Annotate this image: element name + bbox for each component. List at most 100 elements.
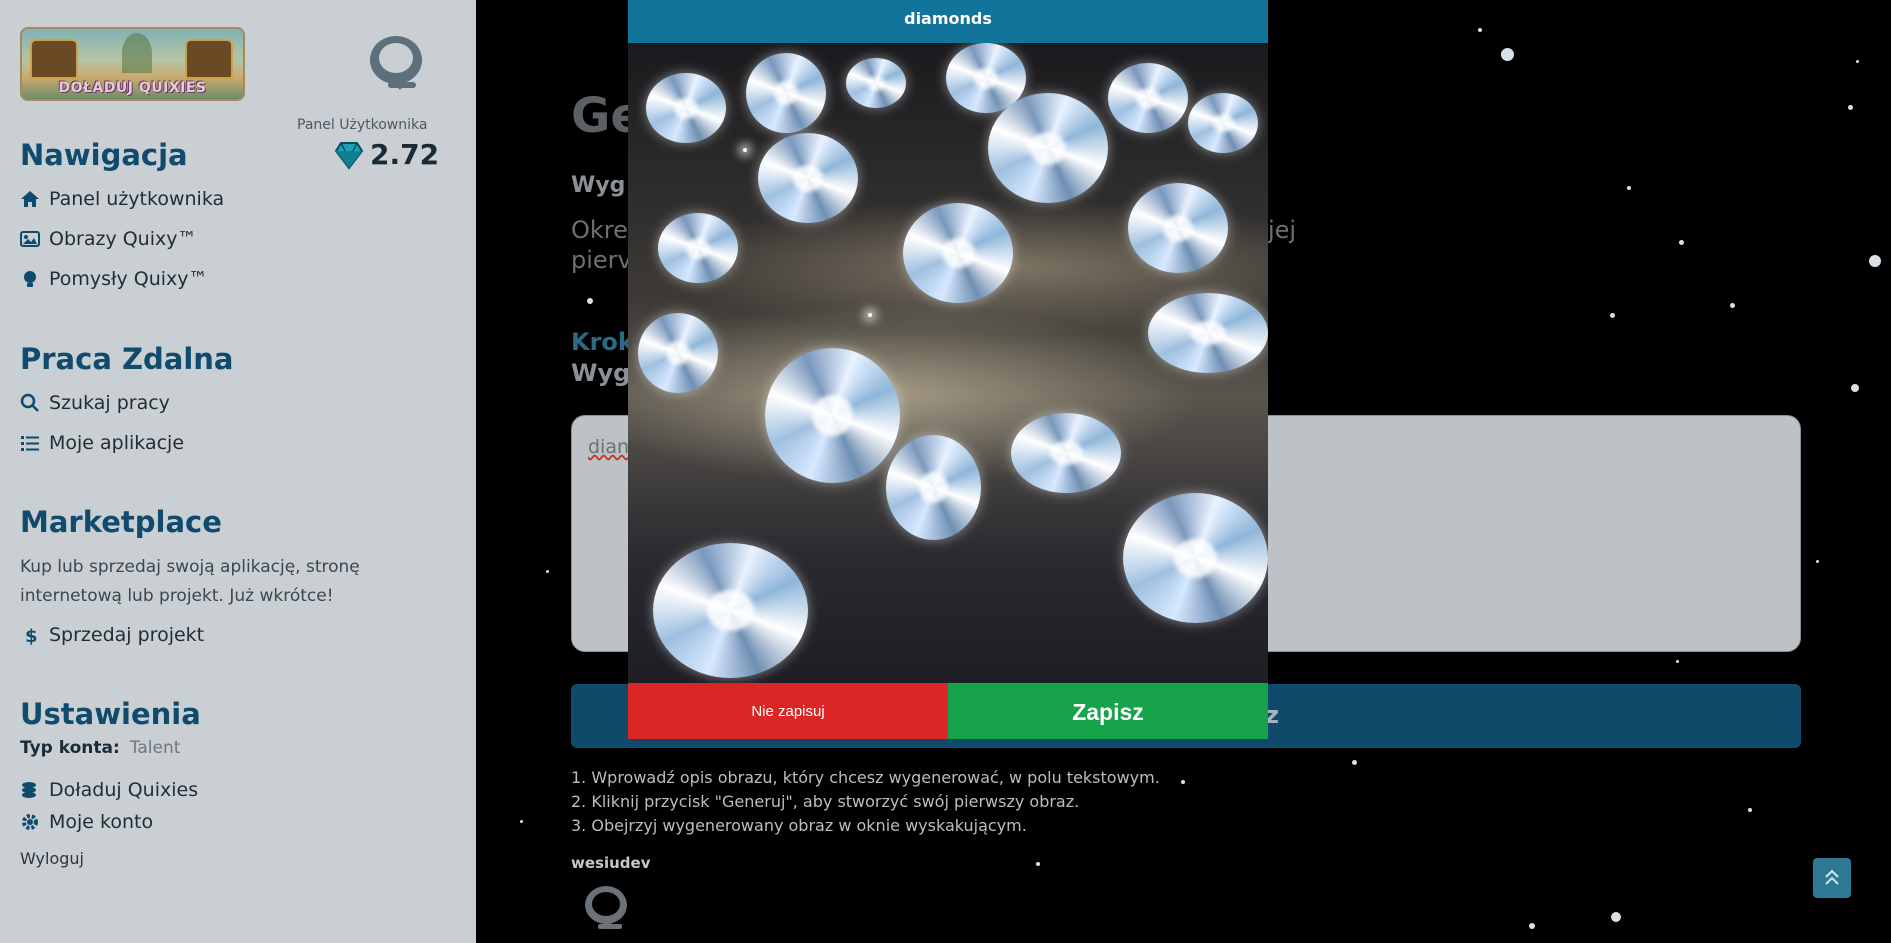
diamond-shape	[653, 543, 808, 678]
sparkle	[1028, 143, 1032, 147]
image-icon	[20, 231, 40, 247]
double-chevron-up-icon	[1825, 869, 1839, 885]
account-type-value: Talent	[129, 738, 181, 758]
diamond-shape	[1123, 493, 1268, 623]
diamond-shape	[1108, 63, 1188, 133]
account-type-label: Typ konta:	[20, 738, 120, 758]
nav-item-label: Obrazy Quixy™	[49, 228, 197, 250]
lightbulb-icon	[24, 271, 36, 287]
topup-banner[interactable]: DOŁADUJ QUIXIES	[20, 27, 245, 101]
star	[1181, 780, 1185, 784]
nav-item-sell-project[interactable]: $ Sprzedaj projekt	[20, 624, 204, 646]
nav-item-topup[interactable]: Doładuj Quixies	[20, 779, 198, 801]
search-icon	[20, 393, 39, 412]
save-button[interactable]: Zapisz	[948, 683, 1268, 739]
sparkle	[868, 313, 872, 317]
remote-work-title: Praca Zdalna	[20, 342, 234, 376]
diamond-icon	[334, 141, 364, 170]
author-logo-icon	[585, 886, 627, 930]
account-type: Typ konta: Talent	[20, 738, 180, 758]
nav-title: Nawigacja	[20, 138, 188, 172]
page-subtitle: Wyg	[571, 173, 626, 198]
star	[1627, 186, 1631, 190]
diamond-shape	[1148, 293, 1268, 373]
nav-item-label: Szukaj pracy	[49, 392, 170, 414]
marketplace-description-line: internetową lub projekt. Już wkrótce!	[20, 586, 334, 606]
banner-text: DOŁADUJ QUIXIES	[58, 80, 207, 96]
logout-link[interactable]: Wyloguj	[20, 849, 84, 868]
diamond-shape	[903, 203, 1013, 303]
gear-icon	[22, 814, 38, 830]
diamond-shape	[988, 93, 1108, 203]
sparkle	[743, 148, 747, 152]
diamond-shape	[886, 435, 981, 540]
star	[1611, 912, 1621, 922]
diamond-shape	[638, 313, 718, 393]
prompt-value: dian	[588, 436, 630, 458]
nav-item-label: Moje aplikacje	[49, 432, 185, 454]
star	[1816, 560, 1819, 563]
star	[546, 570, 549, 573]
nav-item-label: Doładuj Quixies	[49, 779, 199, 801]
marketplace-description: Kup lub sprzedaj swoją aplikację, stronę…	[20, 553, 420, 611]
balance-value: 2.72	[370, 138, 440, 171]
description-start: Okre	[571, 216, 628, 244]
dont-save-button[interactable]: Nie zapisuj	[628, 683, 948, 739]
star	[1352, 760, 1357, 765]
sparkle	[1195, 548, 1199, 552]
scroll-to-top-button[interactable]	[1813, 858, 1851, 898]
marketplace-title: Marketplace	[20, 505, 222, 539]
star	[587, 298, 593, 304]
star	[1501, 48, 1514, 61]
palm-decoration	[122, 33, 152, 73]
star	[1529, 923, 1535, 929]
nav-item-label: Pomysły Quixy™	[49, 268, 208, 290]
diamond-shape	[1128, 183, 1228, 273]
star	[1676, 660, 1679, 663]
home-icon	[21, 191, 39, 207]
star	[1610, 313, 1615, 318]
settings-title: Ustawienia	[20, 697, 201, 731]
diamond-shape	[646, 73, 726, 143]
nav-item-label: Panel użytkownika	[49, 188, 225, 210]
quixy-logo-icon[interactable]	[358, 30, 434, 98]
treasure-chest-icon	[30, 39, 78, 79]
nav-item-search-jobs[interactable]: Szukaj pracy	[20, 392, 170, 414]
coins-icon	[22, 782, 36, 798]
nav-item-my-account[interactable]: Moje konto	[20, 811, 153, 833]
nav-item-ideas[interactable]: Pomysły Quixy™	[20, 268, 208, 290]
diamond-shape	[658, 213, 738, 283]
image-preview-modal: diamonds Nie zapisuj Zapisz	[628, 0, 1268, 739]
diamond-shape	[746, 53, 826, 133]
diamond-shape	[1011, 413, 1121, 493]
star	[1730, 303, 1735, 308]
instructions: 1. Wprowadź opis obrazu, który chcesz wy…	[571, 766, 1160, 838]
nav-item-images[interactable]: Obrazy Quixy™	[20, 228, 197, 250]
author-name: wesiudev	[571, 854, 651, 872]
star	[1851, 384, 1859, 392]
panel-label: Panel Użytkownika	[297, 117, 428, 133]
sparkle	[833, 413, 837, 417]
star	[1478, 28, 1482, 32]
modal-title: diamonds	[628, 0, 1268, 43]
list-icon	[21, 436, 39, 451]
sparkle	[728, 603, 732, 607]
nav-item-dashboard[interactable]: Panel użytkownika	[20, 188, 224, 210]
nav-item-label: Moje konto	[49, 811, 154, 833]
star	[1848, 105, 1853, 110]
diamond-shape	[846, 58, 906, 108]
dollar-icon: $	[25, 626, 38, 645]
description-line2: pierv	[571, 246, 632, 274]
nav-item-my-applications[interactable]: Moje aplikacje	[20, 432, 184, 454]
star	[1679, 240, 1684, 245]
nav-item-label: Sprzedaj projekt	[49, 624, 205, 646]
diamond-shape	[1188, 93, 1258, 153]
instruction-item: 1. Wprowadź opis obrazu, który chcesz wy…	[571, 768, 1160, 787]
sidebar: DOŁADUJ QUIXIES Panel Użytkownika 2.72 N…	[0, 0, 476, 943]
star	[1036, 862, 1040, 866]
treasure-chest-icon	[185, 39, 233, 79]
marketplace-description-line: Kup lub sprzedaj swoją aplikację, stronę	[20, 557, 360, 577]
generated-image	[628, 43, 1268, 683]
star	[1869, 255, 1881, 267]
step-label: Krok	[571, 328, 634, 356]
